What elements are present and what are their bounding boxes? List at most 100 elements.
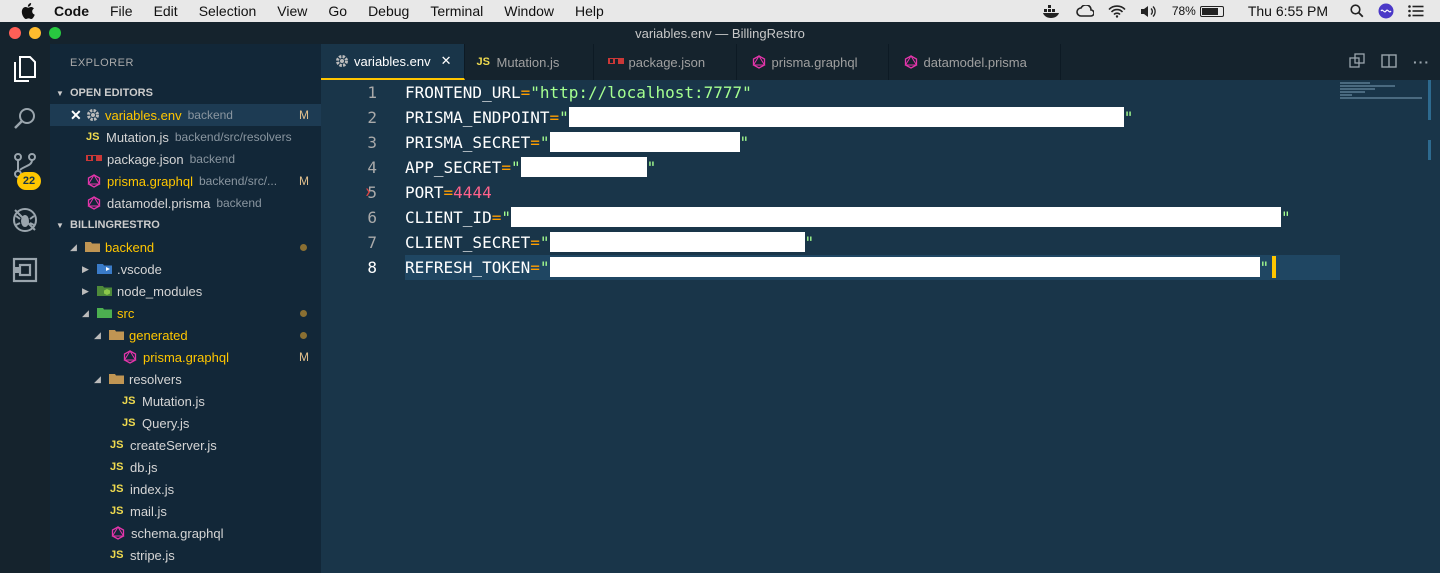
open-editor-path: backend/src/... [199,174,278,188]
code-line-8: REFRESH_TOKEN=" " [405,255,1340,280]
tree-file-schema-graphql[interactable]: schema.graphql [50,522,321,544]
quote: " [530,83,540,102]
quote: " [739,133,750,152]
editor-scrollbar[interactable] [1428,80,1434,200]
menu-help[interactable]: Help [575,3,604,19]
tab-mutation-js[interactable]: JS Mutation.js [465,44,594,80]
tab-datamodel-prisma[interactable]: datamodel.prisma [889,44,1061,80]
modified-badge: M [299,350,309,364]
docker-icon[interactable] [1042,4,1062,18]
menu-terminal[interactable]: Terminal [430,3,483,19]
open-editor-variables-env[interactable]: ✕ variables.env backend M [50,104,321,126]
close-icon[interactable]: ✕ [441,53,452,69]
menu-file[interactable]: File [110,3,133,19]
tab-label: Mutation.js [496,54,560,70]
tree-folder-resolvers[interactable]: ◢ resolvers [50,368,321,390]
battery-status[interactable]: 78% [1172,4,1224,18]
prisma-icon [901,55,921,69]
env-key: PRISMA_ENDPOINT [405,108,550,127]
creative-cloud-icon[interactable] [1076,5,1094,17]
tree-file-prisma-graphql[interactable]: prisma.graphql M [50,346,321,368]
open-editor-datamodel-prisma[interactable]: datamodel.prisma backend [50,192,321,214]
js-icon: JS [110,549,124,561]
npm-icon [84,152,104,166]
split-editor-icon[interactable] [1381,53,1397,71]
open-editor-package-json[interactable]: package.json backend [50,148,321,170]
tree-file-query-js[interactable]: JS Query.js [50,412,321,434]
open-editor-mutation-js[interactable]: JS Mutation.js backend/src/resolvers [50,126,321,148]
apple-icon[interactable] [20,3,36,19]
menu-app-name[interactable]: Code [54,3,89,19]
env-value: http://localhost:7777 [539,83,743,102]
modified-dot [300,309,307,317]
menu-debug[interactable]: Debug [368,3,409,19]
open-editor-name: package.json [107,151,184,167]
menu-window[interactable]: Window [504,3,554,19]
tree-file-mail-js[interactable]: JS mail.js [50,500,321,522]
siri-icon[interactable] [1378,3,1394,19]
menu-view[interactable]: View [277,3,307,19]
open-editor-name: prisma.graphql [107,173,193,189]
tree-file-index-js[interactable]: JS index.js [50,478,321,500]
chevron-down-icon: ▼ [56,220,64,230]
tree-item-label: Query.js [142,415,190,431]
window-close-button[interactable] [9,27,21,39]
code-editor[interactable]: 1 2 3 4 5 ❯ 6 7 8 FRONTEND_URL="http://lo… [321,80,1440,573]
menu-go[interactable]: Go [328,3,347,19]
menu-edit[interactable]: Edit [154,3,178,19]
open-editor-path: backend [189,152,235,166]
open-editors-header[interactable]: ▼ OPEN EDITORS [50,82,321,104]
tree-folder-vscode[interactable]: ▶ .vscode [50,258,321,280]
search-icon[interactable] [9,103,41,135]
tree-file-createserver-js[interactable]: JS createServer.js [50,434,321,456]
equals-sign: = [520,83,531,102]
tree-item-label: backend [105,239,155,255]
env-key: CLIENT_SECRET [405,233,531,252]
extensions-icon[interactable] [9,254,41,286]
tree-folder-src[interactable]: ◢ src [50,302,321,324]
tree-file-mutation-js[interactable]: JS Mutation.js [50,390,321,412]
volume-icon[interactable] [1140,5,1158,18]
open-editor-path: backend [187,108,233,122]
npm-icon [606,55,626,69]
tab-variables-env[interactable]: variables.env ✕ [321,44,465,80]
menubar-clock[interactable]: Thu 6:55 PM [1248,3,1328,19]
vscode-folder-icon [96,262,114,276]
equals-sign: = [530,258,540,277]
window-minimize-button[interactable] [29,27,41,39]
tree-file-stripe-js[interactable]: JS stripe.js [50,544,321,566]
graphql-icon [108,526,128,540]
quote: " [646,158,657,177]
wifi-icon[interactable] [1108,4,1126,18]
open-editor-name: datamodel.prisma [107,195,211,211]
project-header[interactable]: ▼ BILLINGRESTRO [50,214,321,236]
line-number: 3 [367,133,377,152]
modified-badge: M [299,108,309,122]
open-changes-icon[interactable] [1349,52,1365,72]
close-icon[interactable]: ✕ [70,107,84,124]
code-line-6: CLIENT_ID=" " [405,205,1340,230]
menu-selection[interactable]: Selection [199,3,257,19]
tree-folder-node-modules[interactable]: ▶ node_modules [50,280,321,302]
more-actions-icon[interactable]: ··· [1413,54,1430,70]
env-key: PRISMA_SECRET [405,133,531,152]
tab-prisma-graphql[interactable]: prisma.graphql [737,44,889,80]
line-number: 5 ❯ [321,180,381,205]
debug-icon[interactable] [9,204,41,236]
tree-file-db-js[interactable]: JS db.js [50,456,321,478]
battery-percent: 78% [1171,4,1196,18]
notification-center-icon[interactable] [1408,5,1424,17]
fold-arrow-icon[interactable]: ❯ [365,180,371,205]
tree-folder-backend[interactable]: ◢ backend [50,236,321,258]
activity-bar: 22 [0,44,50,573]
quote: " [559,108,569,127]
tree-folder-generated[interactable]: ◢ generated [50,324,321,346]
explorer-icon[interactable] [9,53,41,85]
quote: " [804,233,815,252]
spotlight-search-icon[interactable] [1350,4,1364,18]
equals-sign: = [530,233,540,252]
minimap[interactable] [1340,82,1422,99]
window-zoom-button[interactable] [49,27,61,39]
tab-package-json[interactable]: package.json [594,44,737,80]
open-editor-prisma-graphql[interactable]: prisma.graphql backend/src/... M [50,170,321,192]
